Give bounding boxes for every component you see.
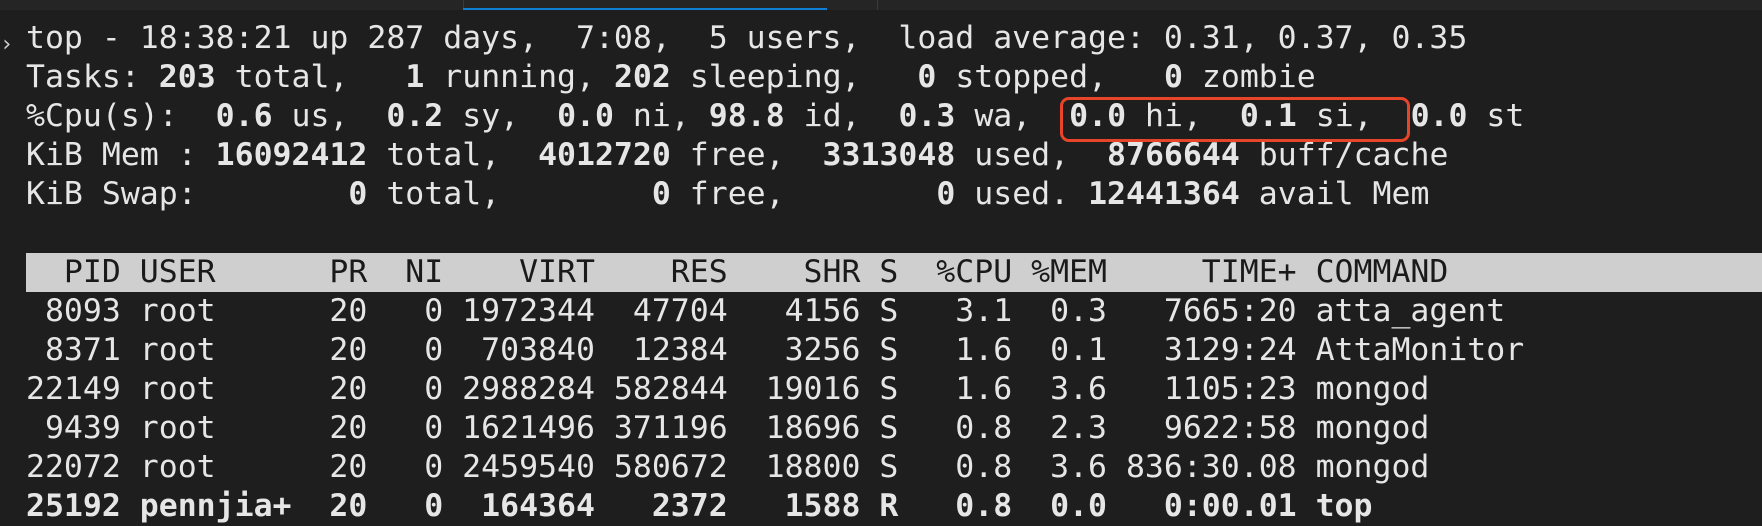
tasks-stopped-label: stopped, [936, 59, 1164, 95]
swap-used: 0 [936, 176, 956, 212]
terminal-output[interactable]: top - 18:38:21 up 287 days, 7:08, 5 user… [26, 19, 1762, 526]
table-row[interactable]: 8093 root 20 0 1972344 47704 4156 S 3.1 … [26, 292, 1762, 331]
table-row[interactable]: 22072 root 20 0 2459540 580672 18800 S 0… [26, 448, 1762, 487]
table-row[interactable]: 22149 root 20 0 2988284 582844 19016 S 1… [26, 370, 1762, 409]
tasks-total-label: total, [215, 59, 406, 95]
mem-total-label: total, [367, 137, 539, 173]
process-table-header: PID USER PR NI VIRT RES SHR S %CPU %MEM … [26, 253, 1762, 292]
cpu-us-label: us, [272, 98, 387, 134]
cpu-id: 98.8 [708, 98, 785, 134]
tasks-line: Tasks: 203 total, 1 running, 202 sleepin… [26, 58, 1762, 97]
table-row[interactable]: 8371 root 20 0 703840 12384 3256 S 1.6 0… [26, 331, 1762, 370]
mem-total: 16092412 [215, 137, 368, 173]
table-row[interactable]: 9439 root 20 0 1621496 371196 18696 S 0.… [26, 409, 1762, 448]
mem-label: KiB Mem : [26, 137, 216, 173]
mem-used-label: used, [955, 137, 1108, 173]
tasks-running: 1 [405, 59, 425, 95]
cpu-id-label: id, [784, 98, 899, 134]
tasks-zombie: 0 [1163, 59, 1183, 95]
tasks-total: 203 [158, 59, 216, 95]
mem-cache-label: buff/cache [1239, 137, 1449, 173]
tasks-sleeping: 202 [613, 59, 671, 95]
cpu-si-label: si, [1296, 98, 1411, 134]
swap-avail: 12441364 [1088, 176, 1240, 212]
swap-label: KiB Swap: [26, 176, 349, 212]
cpu-us: 0.6 [215, 98, 273, 134]
swap-avail-label: avail Mem [1239, 176, 1430, 212]
active-tab-indicator[interactable] [463, 8, 827, 10]
mem-used: 3313048 [822, 137, 956, 173]
swap-free: 0 [651, 176, 671, 212]
cpu-hi: 0.0 [1069, 98, 1127, 134]
cpu-st: 0.0 [1410, 98, 1468, 134]
tab-separator [877, 0, 878, 10]
gutter-chevron-icon: › [0, 32, 14, 57]
cpu-wa: 0.3 [898, 98, 956, 134]
tasks-label: Tasks: [26, 59, 159, 95]
tasks-running-label: running, [424, 59, 614, 95]
mem-free: 4012720 [538, 137, 671, 173]
swap-line: KiB Swap: 0 total, 0 free, 0 used. 12441… [26, 175, 1762, 214]
tasks-stopped: 0 [917, 59, 937, 95]
cpu-sy-label: sy, [443, 98, 558, 134]
cpu-hi-label: hi, [1126, 98, 1240, 134]
cpu-ni: 0.0 [557, 98, 614, 134]
table-row-current[interactable]: 25192 pennjia+ 20 0 164364 2372 1588 R 0… [26, 487, 1762, 526]
mem-free-label: free, [670, 137, 823, 173]
mem-line: KiB Mem : 16092412 total, 4012720 free, … [26, 136, 1762, 175]
swap-free-label: free, [670, 176, 937, 212]
swap-used-label: used. [955, 176, 1089, 212]
tasks-sleeping-label: sleeping, [670, 59, 918, 95]
swap-total: 0 [348, 176, 368, 212]
swap-total-label: total, [367, 176, 652, 212]
mem-cache: 8766644 [1107, 137, 1240, 173]
cpu-st-label: st [1467, 98, 1525, 134]
cpu-label: %Cpu(s): [26, 98, 216, 134]
uptime-line: top - 18:38:21 up 287 days, 7:08, 5 user… [26, 20, 1468, 56]
cpu-line: %Cpu(s): 0.6 us, 0.2 sy, 0.0 ni, 98.8 id… [26, 97, 1762, 136]
cpu-si: 0.1 [1239, 98, 1297, 134]
cpu-sy: 0.2 [386, 98, 444, 134]
tasks-zombie-label: zombie [1182, 59, 1316, 95]
cpu-wa-label: wa, [955, 98, 1070, 134]
cpu-ni-label: ni, [613, 98, 709, 134]
tab-strip [0, 0, 1762, 10]
